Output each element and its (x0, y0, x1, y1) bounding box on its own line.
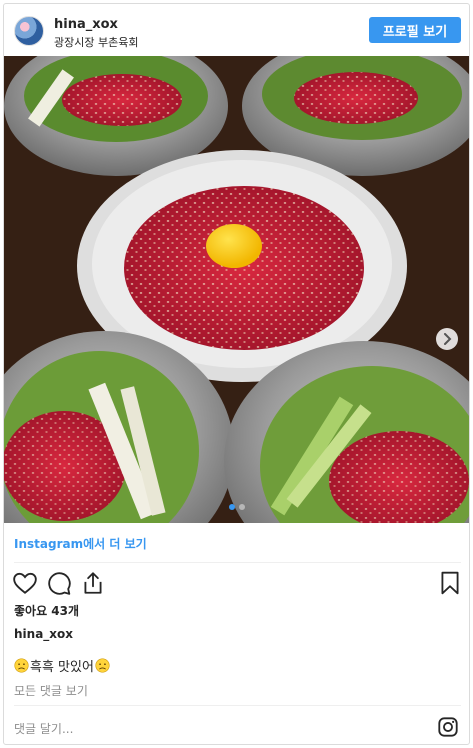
action-bar (4, 566, 469, 600)
view-profile-button[interactable]: 프로필 보기 (369, 17, 461, 43)
heart-icon (13, 572, 37, 594)
username[interactable]: hina_xox (54, 17, 118, 32)
like-button[interactable] (12, 570, 38, 596)
caption-text: 흑흑 맛있어 (30, 660, 94, 675)
likes-count[interactable]: 좋아요 43개 (14, 602, 79, 619)
carousel-indicator (4, 504, 469, 510)
caption-username[interactable]: hina_xox (14, 627, 73, 641)
carousel-next-button[interactable] (436, 328, 458, 350)
instagram-logo-link[interactable] (437, 716, 459, 738)
bookmark-icon (441, 571, 459, 595)
sad-face-emoji-icon (95, 658, 110, 673)
sad-face-emoji-icon (14, 658, 29, 673)
post-header: hina_xox 광장시장 부촌육회 프로필 보기 (4, 4, 469, 56)
location[interactable]: 광장시장 부촌육회 (54, 34, 138, 50)
comment-button[interactable] (46, 570, 72, 596)
avatar[interactable] (14, 16, 44, 46)
share-button[interactable] (80, 570, 106, 596)
comment-icon (48, 572, 71, 595)
carousel-dot (228, 504, 235, 510)
chevron-right-icon (444, 333, 452, 345)
share-icon (84, 572, 102, 594)
caption: 흑흑 맛있어 (14, 656, 110, 675)
instagram-embed-card: hina_xox 광장시장 부촌육회 프로필 보기 Instagram에서 더 … (3, 3, 470, 745)
carousel-dot (238, 504, 245, 510)
save-button[interactable] (437, 570, 463, 596)
view-more-on-instagram-link[interactable]: Instagram에서 더 보기 (14, 535, 147, 552)
divider (14, 705, 461, 706)
add-comment-field[interactable]: 댓글 달기... (14, 720, 73, 737)
view-all-comments-link[interactable]: 모든 댓글 보기 (14, 682, 88, 699)
food-photo-illustration (4, 56, 469, 523)
divider (14, 562, 461, 563)
instagram-icon (438, 717, 458, 737)
post-photo[interactable] (4, 56, 469, 523)
